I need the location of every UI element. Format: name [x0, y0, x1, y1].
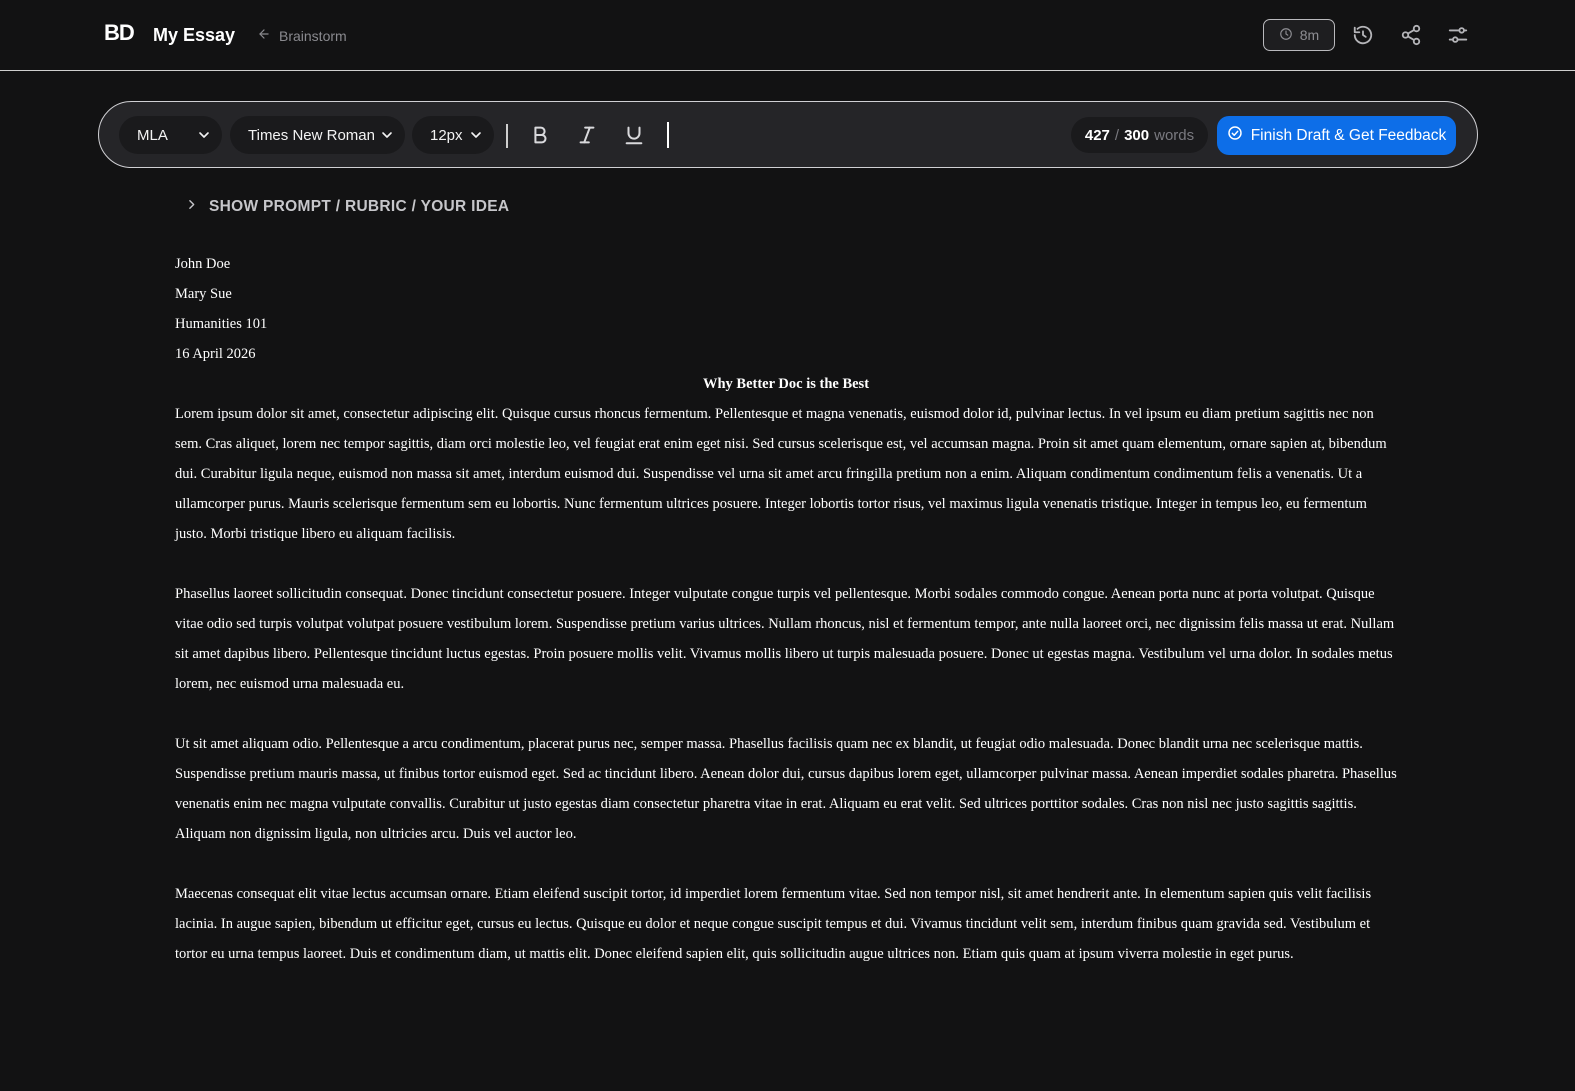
share-button[interactable]	[1400, 24, 1422, 46]
bold-button[interactable]	[529, 124, 553, 148]
word-count-separator: /	[1114, 126, 1120, 144]
toolbar-divider	[667, 122, 669, 148]
back-link-label: Brainstorm	[279, 27, 347, 44]
italic-button[interactable]	[576, 124, 600, 148]
font-size-value: 12px	[430, 126, 463, 144]
settings-button[interactable]	[1447, 24, 1469, 46]
font-family-select[interactable]: Times New Roman	[230, 116, 405, 154]
app-logo[interactable]: BD	[104, 20, 135, 46]
chevron-down-icon	[196, 127, 212, 143]
clock-icon	[1279, 27, 1293, 44]
word-count-unit: words	[1154, 126, 1195, 144]
chevron-right-icon	[185, 198, 198, 216]
check-circle-icon	[1227, 125, 1243, 146]
underline-icon	[623, 126, 645, 150]
word-count-current: 427	[1084, 126, 1110, 144]
word-count-target: 300	[1124, 126, 1150, 144]
heading-course: Humanities 101	[175, 316, 268, 332]
heading-instructor-name: Mary Sue	[175, 286, 232, 302]
history-button[interactable]	[1352, 24, 1374, 46]
heading-date: 16 April 2026	[175, 346, 256, 362]
heading-student-name: John Doe	[175, 256, 231, 272]
sliders-icon	[1447, 27, 1469, 50]
show-prompt-label: SHOW PROMPT / RUBRIC / YOUR IDEA	[209, 198, 510, 215]
chevron-down-icon	[379, 127, 395, 143]
toolbar-divider	[506, 124, 508, 148]
italic-icon	[576, 126, 598, 150]
essay-title: Why Better Doc is the Best	[702, 376, 870, 392]
timer-value: 8m	[1299, 27, 1320, 43]
history-icon	[1352, 25, 1374, 50]
word-count-badge: 427 / 300 words	[1071, 117, 1208, 153]
essay-paragraph: Phasellus laoreet sollicitudin consequat…	[175, 586, 1395, 692]
font-size-select[interactable]: 12px	[412, 116, 494, 154]
show-prompt-toggle[interactable]: SHOW PROMPT / RUBRIC / YOUR IDEA	[185, 198, 509, 216]
underline-button[interactable]	[623, 124, 647, 148]
chevron-down-icon	[468, 127, 484, 143]
essay-paragraph: Ut sit amet aliquam odio. Pellentesque a…	[175, 736, 1397, 842]
essay-paragraph: Maecenas consequat elit vitae lectus acc…	[175, 886, 1372, 962]
timer-badge[interactable]: 8m	[1263, 19, 1335, 51]
finish-draft-label: Finish Draft & Get Feedback	[1250, 126, 1447, 144]
formatting-toolbar: MLA Times New Roman 12px 427 / 300 words…	[98, 101, 1478, 168]
finish-draft-button[interactable]: Finish Draft & Get Feedback	[1217, 116, 1456, 155]
back-to-brainstorm-link[interactable]: Brainstorm	[257, 27, 347, 44]
essay-paragraph: Lorem ipsum dolor sit amet, consectetur …	[175, 406, 1387, 542]
citation-style-select[interactable]: MLA	[119, 116, 222, 154]
document-title[interactable]: My Essay	[153, 25, 235, 46]
arrow-left-icon	[257, 27, 271, 44]
share-icon	[1400, 24, 1422, 50]
bold-icon	[529, 126, 551, 150]
essay-editor[interactable]: John Doe Mary Sue Humanities 101 16 Apri…	[175, 249, 1397, 999]
citation-style-value: MLA	[137, 126, 168, 144]
font-family-value: Times New Roman	[248, 126, 375, 144]
top-bar: BD My Essay Brainstorm 8m	[0, 0, 1575, 71]
